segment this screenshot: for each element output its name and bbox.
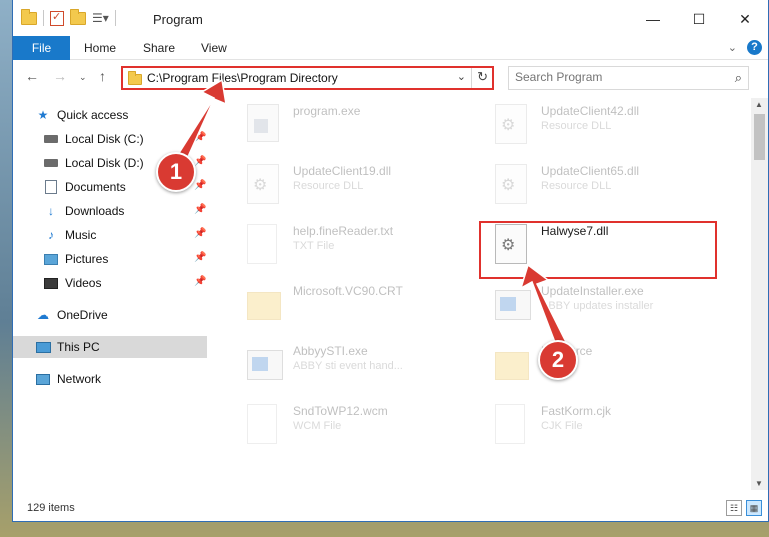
step-badge-1: 1	[156, 152, 196, 192]
annotation-arrows	[170, 78, 568, 346]
step-badge-2: 2	[538, 340, 578, 380]
arrow-to-file	[519, 263, 568, 346]
